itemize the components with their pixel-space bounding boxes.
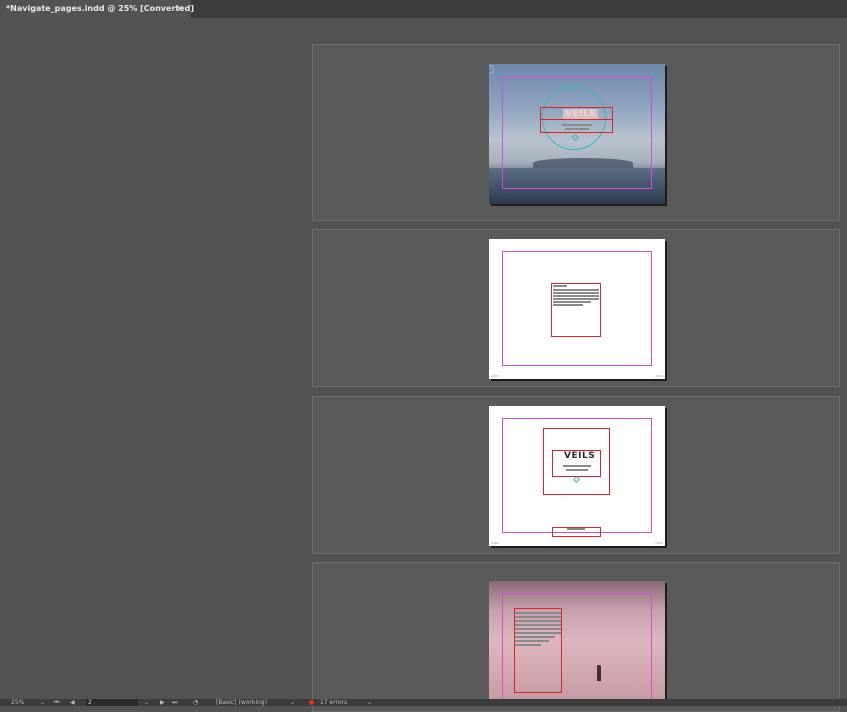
first-page-icon[interactable]: ⏮ bbox=[54, 699, 59, 706]
spread-marker-icon bbox=[489, 65, 494, 74]
page-number-right: ▭▭ bbox=[655, 540, 663, 545]
page-chevron-down-icon[interactable]: ⌄ bbox=[144, 699, 149, 706]
spread-2[interactable]: ▭▭ ▭▭ bbox=[312, 229, 840, 387]
page-2[interactable]: ▭▭ ▭▭ bbox=[489, 239, 665, 379]
open-in-window-icon[interactable]: ◔ bbox=[193, 699, 198, 706]
spread-1[interactable]: VEILS bbox=[312, 44, 840, 221]
text-line bbox=[553, 285, 567, 287]
document-tab[interactable]: *Navigate_pages.indd @ 25% [Converted] × bbox=[0, 0, 195, 18]
status-bar: 25% ⌄ ⏮ ◀ 2 ⌄ ▶ ⏭ ◔ [Basic] (working) ⌄ … bbox=[0, 699, 847, 706]
text-line bbox=[567, 528, 585, 530]
text-line bbox=[553, 289, 599, 291]
spread-4[interactable] bbox=[312, 562, 840, 712]
page-number-right: ▭▭ bbox=[655, 373, 663, 378]
preflight-profile[interactable]: [Basic] (working) bbox=[216, 699, 267, 706]
document-tab-bar: *Navigate_pages.indd @ 25% [Converted] × bbox=[0, 0, 847, 18]
text-line bbox=[515, 624, 561, 626]
text-line bbox=[515, 640, 549, 642]
title-veils: VEILS bbox=[563, 109, 599, 119]
person-silhouette bbox=[597, 665, 601, 681]
error-count[interactable]: 17 errors bbox=[320, 699, 347, 706]
text-line bbox=[515, 620, 561, 622]
page-number-left: ▭▭ bbox=[491, 373, 499, 378]
spread-3[interactable]: VEILS ▭▭ ▭▭ bbox=[312, 396, 840, 554]
previous-page-icon[interactable]: ◀ bbox=[70, 699, 75, 706]
title-veils: VEILS bbox=[564, 451, 596, 461]
subtitle-line bbox=[565, 128, 589, 130]
text-line bbox=[553, 298, 599, 300]
text-line bbox=[515, 612, 561, 614]
subtitle-line bbox=[562, 124, 592, 126]
profile-chevron-down-icon[interactable]: ⌄ bbox=[290, 699, 295, 706]
close-icon[interactable]: × bbox=[176, 0, 184, 18]
subtitle-line bbox=[563, 465, 591, 467]
text-line bbox=[515, 616, 561, 618]
last-page-icon[interactable]: ⏭ bbox=[172, 699, 177, 706]
subtitle-line bbox=[566, 469, 588, 471]
document-tab-title: *Navigate_pages.indd @ 25% [Converted] bbox=[6, 4, 195, 13]
text-line bbox=[553, 295, 599, 297]
page-number-field[interactable]: 2 bbox=[86, 699, 138, 706]
errors-chevron-down-icon[interactable]: ⌄ bbox=[367, 699, 372, 706]
zoom-chevron-down-icon[interactable]: ⌄ bbox=[40, 699, 45, 706]
frame-divider bbox=[541, 119, 613, 120]
page-4[interactable] bbox=[489, 581, 665, 701]
page-1[interactable]: VEILS bbox=[489, 64, 665, 204]
zoom-level[interactable]: 25% bbox=[11, 699, 24, 706]
pasteboard[interactable]: VEILS ▭▭ ▭▭ VEILS ▭▭ ▭▭ bbox=[0, 18, 847, 712]
text-line bbox=[515, 632, 561, 634]
text-line bbox=[515, 644, 541, 646]
page-number-left: ▭▭ bbox=[491, 540, 499, 545]
page-3[interactable]: VEILS ▭▭ ▭▭ bbox=[489, 406, 665, 546]
text-line bbox=[553, 301, 591, 303]
next-page-icon[interactable]: ▶ bbox=[160, 699, 165, 706]
text-line bbox=[553, 292, 599, 294]
text-line bbox=[515, 628, 561, 630]
error-status-icon bbox=[309, 700, 314, 705]
text-line bbox=[553, 304, 583, 306]
text-line bbox=[515, 636, 555, 638]
